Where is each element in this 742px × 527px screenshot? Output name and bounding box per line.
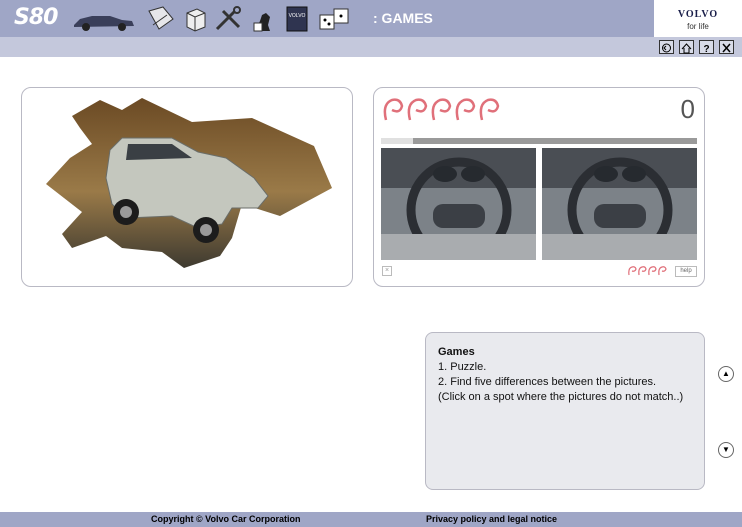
help-icon[interactable]: ?	[699, 40, 714, 55]
car-icon[interactable]	[70, 5, 138, 33]
brand-tagline: for life	[687, 22, 709, 31]
manual-icon[interactable]	[145, 5, 177, 33]
info-line-1: 1. Puzzle.	[438, 361, 487, 373]
puzzle-panel	[21, 87, 353, 287]
scroll-up-icon[interactable]: ▲	[718, 366, 734, 382]
scroll-down-icon[interactable]: ▼	[718, 442, 734, 458]
sub-bar	[0, 37, 654, 57]
left-picture[interactable]	[381, 148, 536, 260]
puzzle-piece[interactable]	[22, 88, 352, 286]
mistakes-left-icons	[628, 266, 667, 276]
score-value: 0	[680, 94, 695, 124]
back-icon[interactable]	[659, 40, 674, 54]
brand-logo: VOLVO	[677, 9, 719, 20]
info-line-2: 2. Find five differences between the pic…	[438, 376, 657, 388]
model-title: S80	[14, 5, 58, 30]
help-button[interactable]: help	[675, 266, 697, 277]
close-icon[interactable]	[719, 40, 734, 54]
chess-icon[interactable]	[250, 5, 276, 33]
dice-icon[interactable]	[316, 5, 352, 33]
footer: Copyright © Volvo Car Corporation Privac…	[0, 512, 742, 527]
volvo-book-icon[interactable]: VOLVO	[284, 5, 310, 33]
svg-text:VOLVO: VOLVO	[289, 13, 306, 19]
progress-fill	[381, 138, 413, 144]
brand-block: VOLVO for life	[654, 0, 742, 37]
privacy-link[interactable]: Privacy policy and legal notice	[426, 514, 557, 524]
info-box: Games 1. Puzzle. 2. Find five difference…	[425, 332, 705, 490]
right-picture[interactable]	[542, 148, 697, 260]
copyright-text: Copyright © Volvo Car Corporation	[151, 514, 301, 524]
info-title: Games	[438, 346, 475, 358]
box-icon[interactable]	[183, 5, 209, 33]
svg-text:?: ?	[703, 44, 709, 54]
home-icon[interactable]	[679, 40, 694, 54]
section-title: : GAMES	[373, 10, 433, 26]
progress-bar	[381, 138, 697, 144]
differences-remaining-icons	[383, 98, 500, 121]
tools-icon[interactable]	[213, 5, 245, 33]
reset-icon[interactable]: ×	[382, 266, 392, 276]
info-line-3: (Click on a spot where the pictures do n…	[438, 391, 684, 403]
